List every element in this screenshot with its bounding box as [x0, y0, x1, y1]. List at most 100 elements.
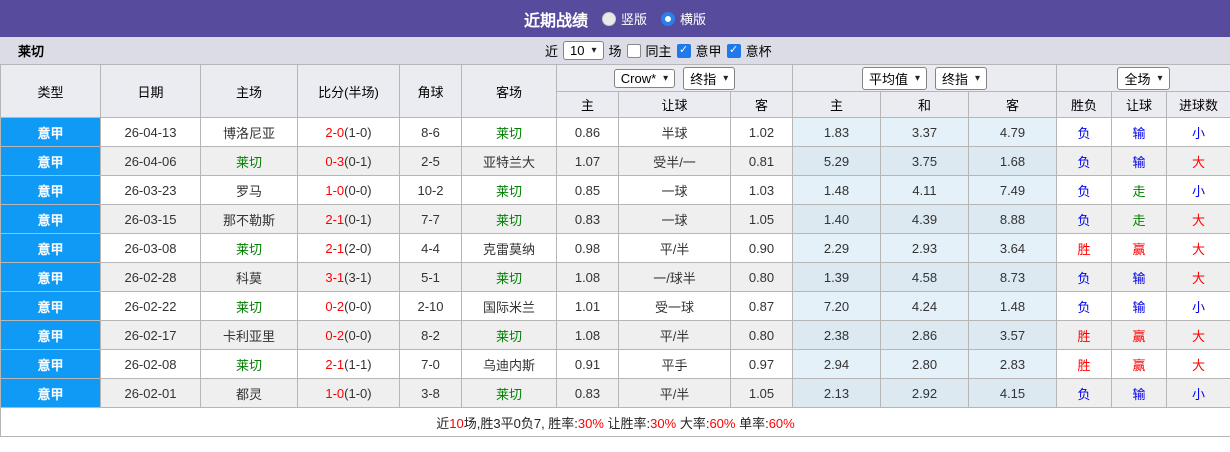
handicap-home-odds-cell: 0.85: [556, 175, 619, 205]
avg-away-odds-cell: 3.64: [968, 233, 1057, 263]
wdl-result-cell: 负: [1056, 117, 1112, 147]
subheader-goals: 进球数: [1165, 91, 1230, 118]
final-odds-select-1[interactable]: 终指 ▾: [683, 66, 736, 90]
goals-result-cell: 小: [1165, 378, 1230, 408]
corner-cell: 2-5: [399, 146, 462, 176]
avg-away-odds-cell: 1.68: [968, 146, 1057, 176]
handicap-away-odds-cell: 0.80: [730, 262, 793, 292]
type-cell: 意甲: [0, 262, 101, 292]
away-team-cell: 亚特兰大: [461, 146, 557, 176]
handicap-away-odds-cell: 1.02: [730, 117, 793, 147]
avg-home-odds-cell: 1.40: [792, 204, 881, 234]
wdl-result-cell: 胜: [1056, 349, 1112, 379]
handicap-away-odds-cell: 1.03: [730, 175, 793, 205]
type-cell: 意甲: [0, 291, 101, 321]
goals-result-cell: 大: [1165, 349, 1230, 379]
company-select[interactable]: Crow* ▾: [613, 68, 676, 88]
table-row: 意甲 26-03-23 罗马 1-0(0-0) 10-2 莱切 0.85 一球 1.03 1.48…: [0, 175, 1230, 205]
date-cell: 26-02-01: [100, 378, 201, 408]
date-cell: 26-02-08: [100, 349, 201, 379]
final-odds-select-2[interactable]: 终指 ▾: [935, 66, 988, 90]
avg-draw-odds-cell: 2.92: [880, 378, 969, 408]
wdl-result-cell: 负: [1056, 378, 1112, 408]
radio-horizontal-label: 横版: [680, 12, 707, 27]
chevron-down-icon: ▾: [663, 72, 669, 84]
subheader-avg-draw: 和: [880, 91, 969, 118]
handicap-home-odds-cell: 0.83: [556, 378, 619, 408]
table-foot: 近10场,胜3平0负7, 胜率:30% 让胜率:30% 大率:60% 单率:60…: [0, 407, 1230, 437]
away-team-cell: 莱切: [461, 378, 557, 408]
column-header-type: 类型: [0, 64, 101, 118]
average-odds-section-header: 平均值 ▾ 终指 ▾: [792, 64, 1057, 92]
handicap-result-cell: 赢: [1111, 349, 1167, 379]
same-home-label: 同主: [645, 44, 672, 59]
handicap-home-odds-cell: 1.08: [556, 320, 619, 350]
type-cell: 意甲: [0, 349, 101, 379]
filterbar: 莱切 近 10 ▾ 场 同主 意甲 意杯: [0, 37, 1230, 64]
away-team-cell: 莱切: [461, 204, 557, 234]
chevron-down-icon: ▾: [975, 72, 981, 84]
handicap-away-odds-cell: 0.80: [730, 320, 793, 350]
away-team-cell: 克雷莫纳: [461, 233, 557, 263]
table-row: 意甲 26-02-22 莱切 0-2(0-0) 2-10 国际米兰 1.01 受一球 0.87 7…: [0, 291, 1230, 321]
score-cell: 1-0(1-0): [297, 378, 400, 408]
serie-a-checkbox[interactable]: [676, 43, 691, 58]
handicap-result-cell: 输: [1111, 117, 1167, 147]
avg-home-odds-cell: 2.38: [792, 320, 881, 350]
corner-cell: 7-0: [399, 349, 462, 379]
recent-count-select[interactable]: 10 ▾: [563, 41, 604, 60]
corner-cell: 2-10: [399, 291, 462, 321]
handicap-result-cell: 走: [1111, 204, 1167, 234]
radio-vertical-option[interactable]: 竖版: [601, 9, 647, 28]
wdl-result-cell: 负: [1056, 204, 1112, 234]
goals-result-cell: 大: [1165, 204, 1230, 234]
score-cell: 2-0(1-0): [297, 117, 400, 147]
company-select-value: Crow*: [620, 70, 657, 86]
date-cell: 26-03-15: [100, 204, 201, 234]
radio-horizontal-option[interactable]: 横版: [661, 9, 706, 28]
handicap-away-odds-cell: 0.87: [730, 291, 793, 321]
handicap-line-cell: 平手: [618, 349, 731, 379]
corner-cell: 5-1: [399, 262, 462, 292]
recent-suffix-label: 场: [608, 44, 622, 59]
summary-segment: 大率:: [676, 415, 710, 431]
type-cell: 意甲: [0, 175, 101, 205]
score-cell: 0-3(0-1): [297, 146, 400, 176]
radio-horizontal-icon[interactable]: [661, 11, 675, 26]
handicap-line-cell: 一/球半: [618, 262, 731, 292]
summary-segment: 近: [436, 415, 450, 431]
subheader-handicap-away: 客: [730, 91, 793, 118]
score-cell: 2-1(1-1): [297, 349, 400, 379]
handicap-line-cell: 一球: [618, 204, 731, 234]
avg-away-odds-cell: 3.57: [968, 320, 1057, 350]
date-cell: 26-04-13: [100, 117, 201, 147]
column-header-date: 日期: [100, 64, 201, 118]
summary-highlight: 30%: [577, 415, 604, 431]
score-cell: 3-1(3-1): [297, 262, 400, 292]
radio-vertical-icon[interactable]: [601, 11, 616, 26]
home-team-cell: 罗马: [200, 175, 298, 205]
handicap-away-odds-cell: 0.97: [730, 349, 793, 379]
fulltime-select[interactable]: 全场 ▾: [1117, 66, 1170, 90]
italy-cup-checkbox[interactable]: [726, 43, 741, 58]
avg-draw-odds-cell: 2.80: [880, 349, 969, 379]
handicap-line-cell: 半球: [618, 117, 731, 147]
wdl-result-cell: 负: [1056, 291, 1112, 321]
avg-away-odds-cell: 4.15: [968, 378, 1057, 408]
handicap-away-odds-cell: 1.05: [730, 378, 793, 408]
handicap-home-odds-cell: 0.83: [556, 204, 619, 234]
handicap-line-cell: 平/半: [618, 233, 731, 263]
goals-result-cell: 大: [1165, 233, 1230, 263]
handicap-home-odds-cell: 0.86: [556, 117, 619, 147]
handicap-home-odds-cell: 1.07: [556, 146, 619, 176]
team-name-label: 莱切: [18, 44, 45, 59]
goals-result-cell: 大: [1165, 146, 1230, 176]
average-select[interactable]: 平均值 ▾: [861, 66, 927, 90]
recent-count-value: 10: [570, 43, 585, 58]
home-team-cell: 都灵: [200, 378, 298, 408]
same-home-checkbox[interactable]: [626, 43, 641, 58]
avg-home-odds-cell: 1.48: [792, 175, 881, 205]
type-cell: 意甲: [0, 117, 101, 147]
corner-cell: 8-2: [399, 320, 462, 350]
avg-home-odds-cell: 2.29: [792, 233, 881, 263]
